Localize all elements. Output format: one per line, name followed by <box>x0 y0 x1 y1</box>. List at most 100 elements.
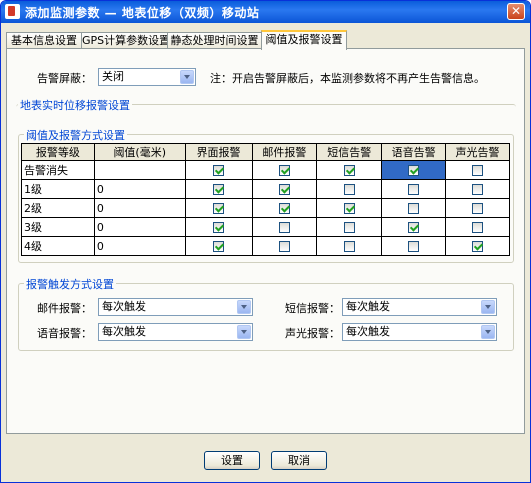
section-threshold-title: 阈值及报警方式设置 <box>24 127 127 143</box>
mail-alarm-checkbox[interactable] <box>278 165 290 176</box>
alarm-level-cell: 3级 <box>21 217 95 237</box>
chevron-down-icon[interactable] <box>180 70 194 84</box>
voice-alarm-cell <box>381 217 447 237</box>
alarm-level-cell: 告警消失 <box>21 160 95 180</box>
tab-threshold-alarm[interactable]: 阈值及报警设置 <box>261 30 347 50</box>
tab-basic-info[interactable]: 基本信息设置 <box>6 32 82 49</box>
section-trigger-title: 报警触发方式设置 <box>24 276 116 292</box>
threshold-cell[interactable]: 0 <box>93 217 186 237</box>
tab-static-time[interactable]: 静态处理时间设置 <box>167 32 262 49</box>
light-alarm-cell <box>445 160 510 180</box>
voice-alarm-checkbox[interactable] <box>408 184 420 195</box>
mail-alarm-cell <box>251 160 318 180</box>
col-header-level: 报警等级 <box>21 143 95 161</box>
mail-alarm-cell <box>251 236 318 256</box>
sms-alarm-cell <box>316 236 383 256</box>
light-alarm-checkbox[interactable] <box>472 203 484 214</box>
alarm-mask-label: 告警屏蔽： <box>37 72 92 85</box>
set-button[interactable]: 设置 <box>204 451 260 470</box>
table-header-row: 报警等级 阈值(毫米) 界面报警 邮件报警 短信告警 语音告警 声光告警 <box>21 143 510 161</box>
sms-alarm-checkbox[interactable] <box>343 241 355 252</box>
table-row: 告警消失 <box>21 160 510 180</box>
voice-trigger-select[interactable]: 每次触发 <box>98 323 253 341</box>
ui-alarm-checkbox[interactable] <box>213 165 225 176</box>
tab-panel: 告警屏蔽： 关闭 注：开启告警屏蔽后，本监测参数将不再产生告警信息。 地表实时位… <box>6 48 525 434</box>
voice-alarm-cell <box>381 236 447 256</box>
chevron-down-icon[interactable] <box>237 300 251 314</box>
sms-trigger-label: 短信报警： <box>285 302 340 315</box>
sms-alarm-cell <box>316 198 383 218</box>
window-title: 添加监测参数 — 地表位移（双频）移动站 <box>25 6 260 20</box>
col-header-threshold: 阈值(毫米) <box>93 143 186 161</box>
chevron-down-icon[interactable] <box>481 325 495 339</box>
col-header-sms-alarm: 短信告警 <box>316 143 383 161</box>
mail-alarm-cell <box>251 198 318 218</box>
alarm-table: 报警等级 阈值(毫米) 界面报警 邮件报警 短信告警 语音告警 声光告警 告警消… <box>21 143 510 256</box>
ui-alarm-checkbox[interactable] <box>213 241 225 252</box>
sms-alarm-checkbox[interactable] <box>343 222 355 233</box>
alarm-mask-select[interactable]: 关闭 <box>98 68 196 86</box>
light-alarm-checkbox[interactable] <box>472 165 484 176</box>
voice-alarm-checkbox[interactable] <box>408 203 420 214</box>
col-header-mail-alarm: 邮件报警 <box>251 143 318 161</box>
table-row: 2级 0 <box>21 198 510 218</box>
sms-alarm-checkbox[interactable] <box>343 184 355 195</box>
sms-alarm-checkbox[interactable] <box>343 203 355 214</box>
alarm-level-cell: 1级 <box>21 179 95 199</box>
ui-alarm-checkbox[interactable] <box>213 203 225 214</box>
mail-trigger-value: 每次触发 <box>102 300 146 313</box>
ui-alarm-cell <box>184 236 253 256</box>
col-header-light-alarm: 声光告警 <box>445 143 510 161</box>
mail-trigger-label: 邮件报警： <box>37 302 92 315</box>
close-button[interactable]: ✕ <box>507 3 525 20</box>
light-trigger-select[interactable]: 每次触发 <box>342 323 497 341</box>
ui-alarm-cell <box>184 179 253 199</box>
threshold-cell[interactable]: 0 <box>93 236 186 256</box>
title-bar[interactable]: 添加监测参数 — 地表位移（双频）移动站 ✕ <box>1 1 530 23</box>
light-trigger-label: 声光报警： <box>285 327 340 340</box>
mail-alarm-checkbox[interactable] <box>278 203 290 214</box>
voice-alarm-checkbox[interactable] <box>408 165 420 176</box>
table-row: 4级 0 <box>21 236 510 256</box>
mail-trigger-select[interactable]: 每次触发 <box>98 298 253 316</box>
section-realtime-title: 地表实时位移报警设置 <box>18 97 132 113</box>
alarm-level-cell: 2级 <box>21 198 95 218</box>
light-trigger-value: 每次触发 <box>346 325 390 338</box>
alarm-level-cell: 4级 <box>21 236 95 256</box>
light-alarm-checkbox[interactable] <box>472 222 484 233</box>
sms-alarm-checkbox[interactable] <box>343 165 355 176</box>
sms-alarm-cell <box>316 160 383 180</box>
voice-alarm-checkbox[interactable] <box>408 222 420 233</box>
light-alarm-checkbox[interactable] <box>472 241 484 252</box>
threshold-cell[interactable] <box>93 160 186 180</box>
threshold-cell[interactable]: 0 <box>93 198 186 218</box>
light-alarm-checkbox[interactable] <box>472 184 484 195</box>
mail-alarm-checkbox[interactable] <box>278 222 290 233</box>
ui-alarm-checkbox[interactable] <box>213 184 225 195</box>
sms-alarm-cell <box>316 217 383 237</box>
threshold-cell[interactable]: 0 <box>93 179 186 199</box>
mail-alarm-checkbox[interactable] <box>278 184 290 195</box>
voice-alarm-checkbox[interactable] <box>408 241 420 252</box>
voice-alarm-cell <box>381 160 447 180</box>
table-row: 3级 0 <box>21 217 510 237</box>
light-alarm-cell <box>445 198 510 218</box>
light-alarm-cell <box>445 179 510 199</box>
ui-alarm-cell <box>184 160 253 180</box>
mail-alarm-cell <box>251 217 318 237</box>
col-header-voice-alarm: 语音告警 <box>381 143 447 161</box>
mail-alarm-cell <box>251 179 318 199</box>
sms-trigger-value: 每次触发 <box>346 300 390 313</box>
voice-alarm-cell <box>381 198 447 218</box>
voice-trigger-value: 每次触发 <box>102 325 146 338</box>
sms-trigger-select[interactable]: 每次触发 <box>342 298 497 316</box>
ui-alarm-checkbox[interactable] <box>213 222 225 233</box>
tab-gps-params[interactable]: GPS计算参数设置 <box>81 32 170 49</box>
chevron-down-icon[interactable] <box>237 325 251 339</box>
cancel-button[interactable]: 取消 <box>271 451 327 470</box>
sms-alarm-cell <box>316 179 383 199</box>
chevron-down-icon[interactable] <box>481 300 495 314</box>
voice-alarm-cell <box>381 179 447 199</box>
app-icon <box>5 4 20 19</box>
mail-alarm-checkbox[interactable] <box>278 241 290 252</box>
